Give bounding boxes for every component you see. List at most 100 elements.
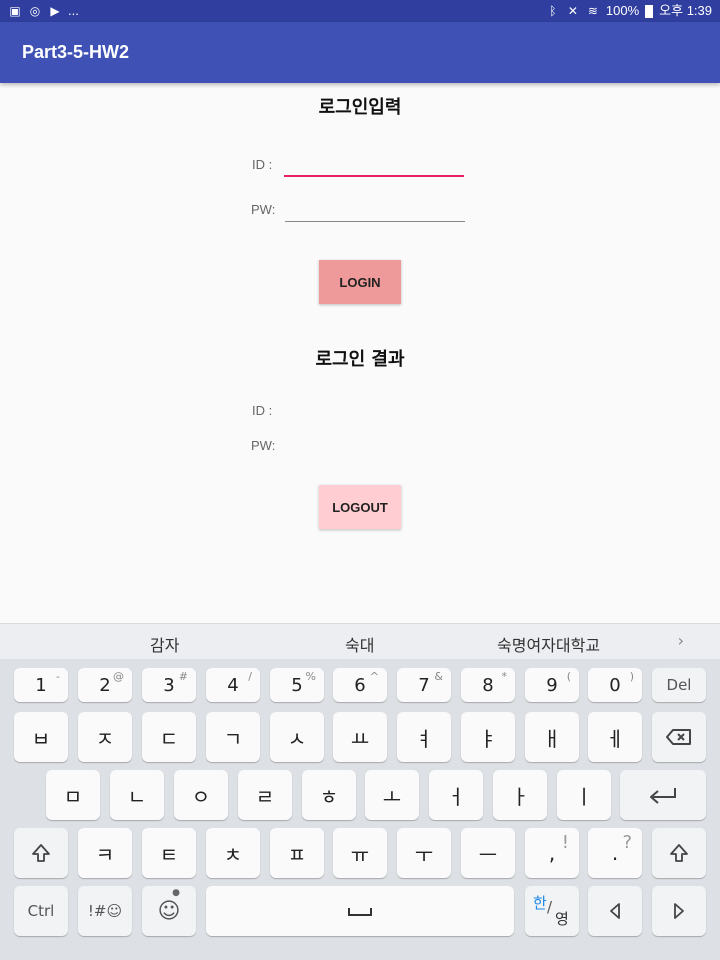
key-sup: ): [629, 670, 634, 683]
space-icon: [348, 908, 372, 916]
shift-key-left[interactable]: [14, 828, 68, 878]
pw-label: PW:: [251, 202, 276, 217]
key-hangul[interactable]: ㄱ: [206, 712, 260, 762]
suggestion-2[interactable]: 숙대: [345, 632, 374, 656]
key-hangul[interactable]: ㅠ: [333, 828, 387, 878]
key-5[interactable]: 5%: [270, 668, 324, 702]
key-label: 3: [163, 674, 175, 696]
key-4[interactable]: 4/: [206, 668, 260, 702]
key-label: 2: [99, 674, 111, 696]
key-label: 0: [609, 674, 621, 696]
key-label: 6: [354, 674, 366, 696]
key-hangul[interactable]: ㅐ: [525, 712, 579, 762]
key-hangul[interactable]: ㄷ: [142, 712, 196, 762]
period-key[interactable]: .?: [588, 828, 642, 878]
bluetooth-icon: ᛒ: [549, 4, 557, 18]
result-pw-label: PW:: [251, 438, 276, 453]
main-content: 로그인입력 ID : PW: LOGIN 로그인 결과 ID : PW: LOG…: [0, 83, 720, 623]
enter-key[interactable]: [620, 770, 706, 820]
key-sup: -: [56, 670, 60, 683]
shift-key-right[interactable]: [652, 828, 706, 878]
status-right: ᛒ ✕ ≋ 100% 오후 1:39: [546, 3, 712, 19]
status-left: ▣ ◎ ▶ ...: [8, 3, 79, 19]
key-hangul[interactable]: ㅋ: [78, 828, 132, 878]
key-hangul[interactable]: ㅜ: [397, 828, 451, 878]
emoji-icon: ☺: [157, 898, 181, 924]
app-bar: Part3-5-HW2: [0, 22, 720, 83]
ctrl-key[interactable]: Ctrl: [14, 886, 68, 936]
key-8[interactable]: 8 *: [461, 668, 515, 702]
key-label: 5: [291, 674, 303, 696]
key-hangul[interactable]: ㅣ: [557, 770, 611, 820]
key-2[interactable]: 2 @: [78, 668, 132, 702]
key-1[interactable]: 1-: [14, 668, 68, 702]
key-hangul[interactable]: ㅏ: [493, 770, 547, 820]
key-hangul[interactable]: ㅕ: [397, 712, 451, 762]
key-hangul[interactable]: ㅈ: [78, 712, 132, 762]
triangle-right-icon: [674, 903, 684, 919]
id-input[interactable]: [284, 147, 464, 177]
key-label: 4: [227, 674, 239, 696]
key-label: 8: [482, 674, 494, 696]
space-key[interactable]: [206, 886, 514, 936]
symbols-key[interactable]: !#☺: [78, 886, 132, 936]
key-hangul[interactable]: ㅁ: [46, 770, 100, 820]
backspace-key[interactable]: [652, 712, 706, 762]
key-hangul[interactable]: ㄴ: [110, 770, 164, 820]
pw-input[interactable]: [285, 192, 465, 222]
play-icon: ▶: [50, 4, 60, 18]
key-hangul[interactable]: ㅡ: [461, 828, 515, 878]
id-label: ID :: [252, 157, 273, 172]
del-key[interactable]: Del: [652, 668, 706, 702]
key-hangul[interactable]: ㅓ: [429, 770, 483, 820]
key-hangul[interactable]: ㅌ: [142, 828, 196, 878]
lang-hangul-label: 한: [533, 894, 547, 912]
chevron-right-icon[interactable]: ›: [678, 631, 684, 650]
cursor-right-key[interactable]: [652, 886, 706, 936]
app-title: Part3-5-HW2: [22, 42, 130, 62]
key-label: ,: [548, 841, 556, 865]
key-label: 7: [418, 674, 430, 696]
key-hangul[interactable]: ㅔ: [588, 712, 642, 762]
key-hangul[interactable]: ㅗ: [365, 770, 419, 820]
key-hangul[interactable]: ㅛ: [333, 712, 387, 762]
triangle-left-icon: [610, 903, 620, 919]
key-sup: /: [248, 670, 252, 683]
key-7[interactable]: 7 &: [397, 668, 451, 702]
image-icon: ▣: [9, 4, 21, 18]
key-9[interactable]: 9(: [525, 668, 579, 702]
mic-icon: ●: [172, 888, 180, 898]
battery-percent: 100%: [605, 3, 640, 18]
key-label: .: [611, 841, 619, 865]
key-hangul[interactable]: ㅑ: [461, 712, 515, 762]
key-6[interactable]: 6 ^: [333, 668, 387, 702]
comma-key[interactable]: ,!: [525, 828, 579, 878]
cursor-left-key[interactable]: [588, 886, 642, 936]
key-3[interactable]: 3 #: [142, 668, 196, 702]
key-sup: @: [113, 670, 124, 683]
language-switch-key[interactable]: 한 / 영: [525, 886, 579, 936]
key-hangul[interactable]: ㅂ: [14, 712, 68, 762]
suggestion-1[interactable]: 감자: [150, 632, 179, 656]
login-button[interactable]: LOGIN: [319, 260, 401, 304]
status-bar: ▣ ◎ ▶ ... ᛒ ✕ ≋ 100% 오후 1:39: [0, 0, 720, 22]
lang-english-label: 영: [555, 910, 569, 928]
key-hangul[interactable]: ㅅ: [270, 712, 324, 762]
result-heading: 로그인 결과: [315, 349, 405, 370]
key-hangul[interactable]: ㅇ: [174, 770, 228, 820]
result-id-label: ID :: [252, 403, 273, 418]
key-hangul[interactable]: ㅊ: [206, 828, 260, 878]
shift-icon: [670, 844, 688, 862]
lang-divider: /: [547, 898, 553, 916]
suggestion-3[interactable]: 숙명여자대학교: [497, 632, 600, 656]
key-label: 9: [546, 674, 558, 696]
logout-button[interactable]: LOGOUT: [319, 485, 401, 529]
wifi-icon: ≋: [587, 4, 598, 18]
emoji-key[interactable]: ☺ ●: [142, 886, 196, 936]
key-hangul[interactable]: ㅍ: [270, 828, 324, 878]
key-hangul[interactable]: ㅎ: [302, 770, 356, 820]
key-hangul[interactable]: ㄹ: [238, 770, 292, 820]
key-0[interactable]: 0): [588, 668, 642, 702]
clock: 오후 1:39: [659, 3, 712, 18]
more-notifications: ...: [68, 3, 79, 18]
